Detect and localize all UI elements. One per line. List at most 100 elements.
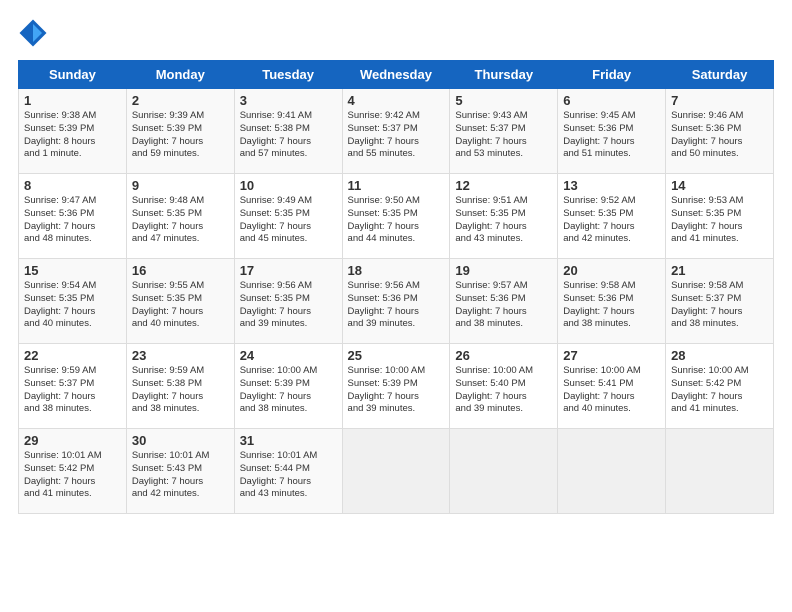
calendar-cell: 13 Sunrise: 9:52 AMSunset: 5:35 PMDayligh… xyxy=(558,174,666,259)
day-info: Sunrise: 9:51 AMSunset: 5:35 PMDaylight:… xyxy=(455,195,552,246)
header-sunday: Sunday xyxy=(19,61,127,89)
day-number: 1 xyxy=(24,93,121,108)
day-info: Sunrise: 9:58 AMSunset: 5:37 PMDaylight:… xyxy=(671,280,768,331)
day-number: 12 xyxy=(455,178,552,193)
day-number: 16 xyxy=(132,263,229,278)
calendar-table: Sunday Monday Tuesday Wednesday Thursday… xyxy=(18,60,774,514)
day-info: Sunrise: 9:54 AMSunset: 5:35 PMDaylight:… xyxy=(24,280,121,331)
day-info: Sunrise: 9:53 AMSunset: 5:35 PMDaylight:… xyxy=(671,195,768,246)
calendar-cell: 8 Sunrise: 9:47 AMSunset: 5:36 PMDaylight… xyxy=(19,174,127,259)
day-info: Sunrise: 9:59 AMSunset: 5:37 PMDaylight:… xyxy=(24,365,121,416)
calendar-row-5: 29 Sunrise: 10:01 AMSunset: 5:42 PMDaylig… xyxy=(19,429,774,514)
header-saturday: Saturday xyxy=(666,61,774,89)
calendar-row-2: 8 Sunrise: 9:47 AMSunset: 5:36 PMDaylight… xyxy=(19,174,774,259)
day-info: Sunrise: 10:00 AMSunset: 5:39 PMDaylight… xyxy=(348,365,445,416)
day-number: 14 xyxy=(671,178,768,193)
day-number: 28 xyxy=(671,348,768,363)
calendar-cell: 20 Sunrise: 9:58 AMSunset: 5:36 PMDayligh… xyxy=(558,259,666,344)
day-info: Sunrise: 9:42 AMSunset: 5:37 PMDaylight:… xyxy=(348,110,445,161)
day-number: 2 xyxy=(132,93,229,108)
day-number: 9 xyxy=(132,178,229,193)
day-number: 31 xyxy=(240,433,337,448)
day-info: Sunrise: 10:01 AMSunset: 5:42 PMDaylight… xyxy=(24,450,121,501)
day-info: Sunrise: 10:00 AMSunset: 5:39 PMDaylight… xyxy=(240,365,337,416)
day-number: 21 xyxy=(671,263,768,278)
calendar-cell: 4 Sunrise: 9:42 AMSunset: 5:37 PMDaylight… xyxy=(342,89,450,174)
day-number: 3 xyxy=(240,93,337,108)
calendar-cell: 22 Sunrise: 9:59 AMSunset: 5:37 PMDayligh… xyxy=(19,344,127,429)
calendar-cell: 5 Sunrise: 9:43 AMSunset: 5:37 PMDaylight… xyxy=(450,89,558,174)
day-info: Sunrise: 9:58 AMSunset: 5:36 PMDaylight:… xyxy=(563,280,660,331)
calendar-cell: 7Sunrise: 9:46 AMSunset: 5:36 PMDaylight… xyxy=(666,89,774,174)
day-number: 15 xyxy=(24,263,121,278)
day-info: Sunrise: 9:56 AMSunset: 5:36 PMDaylight:… xyxy=(348,280,445,331)
calendar-cell: 1Sunrise: 9:38 AMSunset: 5:39 PMDaylight… xyxy=(19,89,127,174)
day-info: Sunrise: 9:47 AMSunset: 5:36 PMDaylight:… xyxy=(24,195,121,246)
calendar-cell: 17 Sunrise: 9:56 AMSunset: 5:35 PMDayligh… xyxy=(234,259,342,344)
day-info: Sunrise: 9:57 AMSunset: 5:36 PMDaylight:… xyxy=(455,280,552,331)
day-info: Sunrise: 9:59 AMSunset: 5:38 PMDaylight:… xyxy=(132,365,229,416)
calendar-cell: 16Sunrise: 9:55 AMSunset: 5:35 PMDayligh… xyxy=(126,259,234,344)
day-number: 11 xyxy=(348,178,445,193)
logo-icon xyxy=(18,18,48,48)
day-number: 25 xyxy=(348,348,445,363)
calendar-cell xyxy=(558,429,666,514)
day-number: 20 xyxy=(563,263,660,278)
calendar-row-4: 22 Sunrise: 9:59 AMSunset: 5:37 PMDayligh… xyxy=(19,344,774,429)
day-info: Sunrise: 9:43 AMSunset: 5:37 PMDaylight:… xyxy=(455,110,552,161)
day-info: Sunrise: 10:00 AMSunset: 5:41 PMDaylight… xyxy=(563,365,660,416)
day-info: Sunrise: 9:45 AMSunset: 5:36 PMDaylight:… xyxy=(563,110,660,161)
day-info: Sunrise: 9:48 AMSunset: 5:35 PMDaylight:… xyxy=(132,195,229,246)
day-info: Sunrise: 9:49 AMSunset: 5:35 PMDaylight:… xyxy=(240,195,337,246)
calendar-cell: 19Sunrise: 9:57 AMSunset: 5:36 PMDayligh… xyxy=(450,259,558,344)
header-monday: Monday xyxy=(126,61,234,89)
day-number: 7 xyxy=(671,93,768,108)
day-info: Sunrise: 9:39 AMSunset: 5:39 PMDaylight:… xyxy=(132,110,229,161)
day-info: Sunrise: 9:52 AMSunset: 5:35 PMDaylight:… xyxy=(563,195,660,246)
calendar-cell: 15 Sunrise: 9:54 AMSunset: 5:35 PMDayligh… xyxy=(19,259,127,344)
header-tuesday: Tuesday xyxy=(234,61,342,89)
calendar-cell: 31 Sunrise: 10:01 AMSunset: 5:44 PMDaylig… xyxy=(234,429,342,514)
calendar-row-3: 15 Sunrise: 9:54 AMSunset: 5:35 PMDayligh… xyxy=(19,259,774,344)
calendar-cell: 25 Sunrise: 10:00 AMSunset: 5:39 PMDaylig… xyxy=(342,344,450,429)
calendar-cell: 10Sunrise: 9:49 AMSunset: 5:35 PMDayligh… xyxy=(234,174,342,259)
calendar-cell: 3 Sunrise: 9:41 AMSunset: 5:38 PMDaylight… xyxy=(234,89,342,174)
calendar-cell: 12 Sunrise: 9:51 AMSunset: 5:35 PMDayligh… xyxy=(450,174,558,259)
day-number: 29 xyxy=(24,433,121,448)
day-number: 24 xyxy=(240,348,337,363)
day-info: Sunrise: 9:50 AMSunset: 5:35 PMDaylight:… xyxy=(348,195,445,246)
calendar-cell: 30 Sunrise: 10:01 AMSunset: 5:43 PMDaylig… xyxy=(126,429,234,514)
day-number: 27 xyxy=(563,348,660,363)
calendar-cell: 9 Sunrise: 9:48 AMSunset: 5:35 PMDaylight… xyxy=(126,174,234,259)
day-number: 5 xyxy=(455,93,552,108)
day-info: Sunrise: 10:01 AMSunset: 5:43 PMDaylight… xyxy=(132,450,229,501)
day-info: Sunrise: 10:00 AMSunset: 5:42 PMDaylight… xyxy=(671,365,768,416)
calendar-cell xyxy=(342,429,450,514)
day-number: 13 xyxy=(563,178,660,193)
day-number: 6 xyxy=(563,93,660,108)
day-info: Sunrise: 9:41 AMSunset: 5:38 PMDaylight:… xyxy=(240,110,337,161)
calendar-cell: 28 Sunrise: 10:00 AMSunset: 5:42 PMDaylig… xyxy=(666,344,774,429)
calendar-cell xyxy=(666,429,774,514)
day-info: Sunrise: 10:00 AMSunset: 5:40 PMDaylight… xyxy=(455,365,552,416)
day-number: 17 xyxy=(240,263,337,278)
day-number: 18 xyxy=(348,263,445,278)
calendar-cell: 2 Sunrise: 9:39 AMSunset: 5:39 PMDaylight… xyxy=(126,89,234,174)
header-thursday: Thursday xyxy=(450,61,558,89)
calendar-cell: 27 Sunrise: 10:00 AMSunset: 5:41 PMDaylig… xyxy=(558,344,666,429)
day-number: 22 xyxy=(24,348,121,363)
calendar-cell xyxy=(450,429,558,514)
calendar-cell: 23Sunrise: 9:59 AMSunset: 5:38 PMDayligh… xyxy=(126,344,234,429)
day-info: Sunrise: 9:56 AMSunset: 5:35 PMDaylight:… xyxy=(240,280,337,331)
calendar-cell: 24 Sunrise: 10:00 AMSunset: 5:39 PMDaylig… xyxy=(234,344,342,429)
day-info: Sunrise: 10:01 AMSunset: 5:44 PMDaylight… xyxy=(240,450,337,501)
header-wednesday: Wednesday xyxy=(342,61,450,89)
day-number: 8 xyxy=(24,178,121,193)
day-number: 30 xyxy=(132,433,229,448)
calendar-cell: 14 Sunrise: 9:53 AMSunset: 5:35 PMDayligh… xyxy=(666,174,774,259)
header-friday: Friday xyxy=(558,61,666,89)
calendar-cell: 11 Sunrise: 9:50 AMSunset: 5:35 PMDayligh… xyxy=(342,174,450,259)
day-number: 26 xyxy=(455,348,552,363)
day-number: 4 xyxy=(348,93,445,108)
logo xyxy=(18,18,52,48)
